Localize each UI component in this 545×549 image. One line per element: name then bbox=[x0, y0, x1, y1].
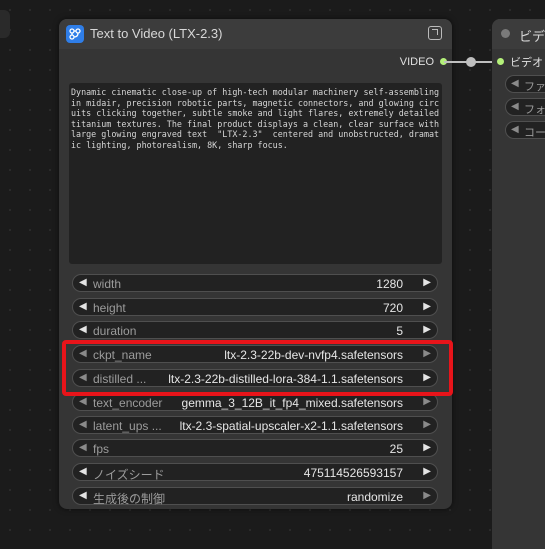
increment-arrow-icon[interactable]: ▶ bbox=[423, 466, 431, 477]
link-midpoint-handle[interactable] bbox=[466, 57, 476, 67]
video-node[interactable]: ビデ ビデオ ◀ ファ ◀ フォ ◀ コー bbox=[492, 19, 545, 549]
previous-option-icon[interactable]: ◀ bbox=[511, 78, 519, 89]
height-widget[interactable]: ◀ height 720 ▶ bbox=[72, 298, 438, 316]
increment-arrow-icon[interactable]: ▶ bbox=[423, 442, 431, 453]
offscreen-node-edge bbox=[0, 10, 10, 38]
widget-value: 5 bbox=[396, 324, 403, 338]
previous-option-icon[interactable]: ◀ bbox=[511, 101, 519, 112]
widget-label: フォ bbox=[524, 104, 545, 116]
widget-value: gemma_3_12B_it_fp4_mixed.safetensors bbox=[181, 396, 403, 410]
control-after-generate-combo[interactable]: ◀ 生成後の制御 randomize ▶ bbox=[72, 487, 438, 506]
widget-label: 生成後の制御 bbox=[93, 492, 166, 506]
duration-widget[interactable]: ◀ duration 5 ▶ bbox=[72, 321, 438, 339]
widget-label: fps bbox=[93, 442, 110, 456]
latent-upscaler-combo[interactable]: ◀ latent_ups ... ltx-2.3-spatial-upscale… bbox=[72, 416, 438, 434]
node2-widget[interactable]: ◀ ファ bbox=[505, 75, 545, 93]
decrement-arrow-icon[interactable]: ◀ bbox=[79, 466, 87, 477]
input-label-video: ビデオ bbox=[510, 57, 543, 69]
widget-value: 720 bbox=[382, 301, 403, 315]
red-highlight-box bbox=[62, 340, 453, 396]
widget-value: randomize bbox=[346, 490, 403, 504]
node2-widget[interactable]: ◀ コー bbox=[505, 121, 545, 139]
previous-option-icon[interactable]: ◀ bbox=[79, 490, 87, 501]
output-label-video: VIDEO bbox=[399, 56, 434, 68]
width-widget[interactable]: ◀ width 1280 ▶ bbox=[72, 274, 438, 292]
decrement-arrow-icon[interactable]: ◀ bbox=[79, 442, 87, 453]
decrement-arrow-icon[interactable]: ◀ bbox=[79, 301, 87, 312]
widget-label: width bbox=[93, 277, 122, 291]
increment-arrow-icon[interactable]: ▶ bbox=[423, 277, 431, 288]
widget-label: text_encoder bbox=[93, 396, 163, 410]
input-socket-video[interactable] bbox=[497, 58, 504, 65]
node-header[interactable]: ビデ bbox=[492, 19, 545, 49]
increment-arrow-icon[interactable]: ▶ bbox=[423, 324, 431, 335]
prompt-textarea[interactable]: Dynamic cinematic close-up of high-tech … bbox=[69, 83, 442, 264]
widget-value: 1280 bbox=[376, 277, 403, 291]
widget-value: 25 bbox=[389, 442, 403, 456]
fps-widget[interactable]: ◀ fps 25 ▶ bbox=[72, 439, 438, 457]
widget-label: height bbox=[93, 301, 126, 315]
widget-label: コー bbox=[524, 127, 545, 139]
widget-label: ファ bbox=[524, 81, 545, 93]
subgraph-icon bbox=[66, 25, 84, 43]
decrement-arrow-icon[interactable]: ◀ bbox=[79, 324, 87, 335]
noise-seed-widget[interactable]: ◀ ノイズシード 475114526593157 ▶ bbox=[72, 463, 438, 482]
previous-option-icon[interactable]: ◀ bbox=[79, 419, 87, 430]
next-option-icon[interactable]: ▶ bbox=[423, 419, 431, 430]
widget-label: latent_ups ... bbox=[93, 419, 162, 433]
widget-value: ltx-2.3-spatial-upscaler-x2-1.1.safetens… bbox=[179, 419, 403, 433]
node-header[interactable]: Text to Video (LTX-2.3) bbox=[59, 19, 452, 49]
increment-arrow-icon[interactable]: ▶ bbox=[423, 301, 431, 312]
decrement-arrow-icon[interactable]: ◀ bbox=[79, 277, 87, 288]
node-title: ビデ bbox=[519, 29, 545, 44]
next-option-icon[interactable]: ▶ bbox=[423, 490, 431, 501]
node2-widget[interactable]: ◀ フォ bbox=[505, 98, 545, 116]
collapse-dot-icon[interactable] bbox=[501, 29, 510, 38]
next-option-icon[interactable]: ▶ bbox=[423, 396, 431, 407]
text-to-video-node[interactable]: Text to Video (LTX-2.3) VIDEO Dynamic ci… bbox=[59, 19, 452, 509]
widget-value: 475114526593157 bbox=[303, 466, 403, 480]
node-title: Text to Video (LTX-2.3) bbox=[90, 26, 223, 41]
widget-label: ノイズシード bbox=[93, 468, 165, 482]
expand-subgraph-icon[interactable] bbox=[428, 26, 442, 40]
previous-option-icon[interactable]: ◀ bbox=[79, 396, 87, 407]
previous-option-icon[interactable]: ◀ bbox=[511, 124, 519, 135]
widget-label: duration bbox=[93, 324, 137, 338]
